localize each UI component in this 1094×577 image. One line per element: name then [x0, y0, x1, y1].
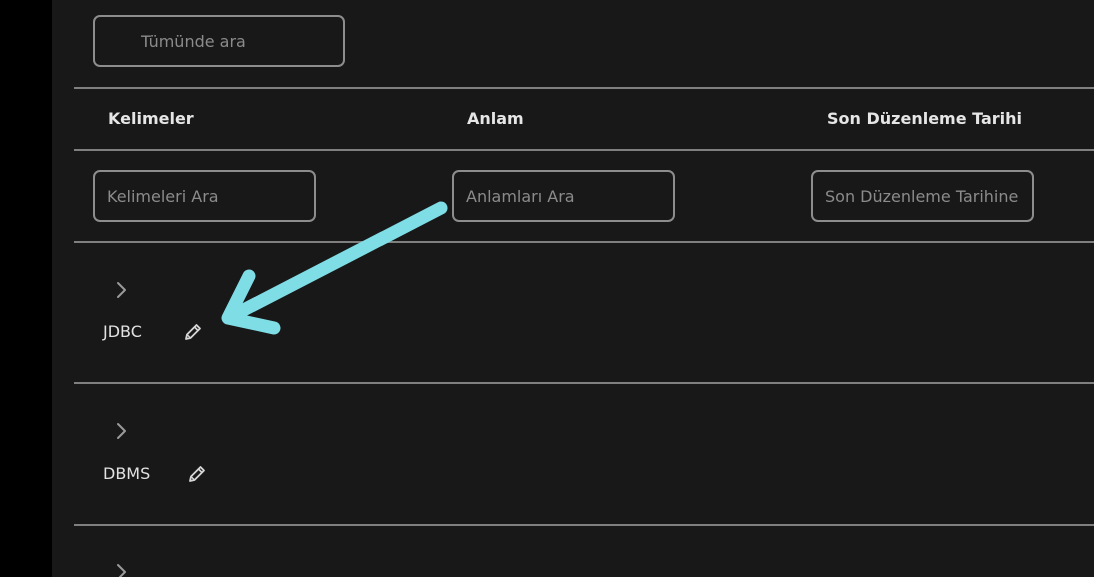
- divider: [74, 241, 1094, 243]
- divider: [74, 87, 1094, 89]
- divider: [74, 149, 1094, 151]
- column-header-last-edit[interactable]: Son Düzenleme Tarihi: [827, 108, 1022, 130]
- words-filter-input[interactable]: [93, 170, 316, 222]
- pencil-icon[interactable]: [182, 321, 204, 343]
- column-header-meaning[interactable]: Anlam: [467, 108, 524, 130]
- word-cell: DBMS: [103, 464, 151, 483]
- page: Kelimeler Anlam Son Düzenleme Tarihi JDB…: [0, 0, 1094, 577]
- table-row-divider: [74, 382, 1094, 384]
- last-edit-filter-input[interactable]: [811, 170, 1034, 222]
- meaning-filter-input[interactable]: [452, 170, 675, 222]
- global-search-input[interactable]: [93, 15, 345, 67]
- chevron-right-icon[interactable]: [112, 562, 130, 577]
- chevron-right-icon[interactable]: [112, 421, 130, 441]
- column-header-words[interactable]: Kelimeler: [108, 108, 194, 130]
- chevron-right-icon[interactable]: [112, 280, 130, 300]
- pencil-icon[interactable]: [186, 463, 208, 485]
- left-rail: [0, 0, 52, 577]
- table-row-divider: [74, 524, 1094, 526]
- word-cell: JDBC: [103, 322, 142, 341]
